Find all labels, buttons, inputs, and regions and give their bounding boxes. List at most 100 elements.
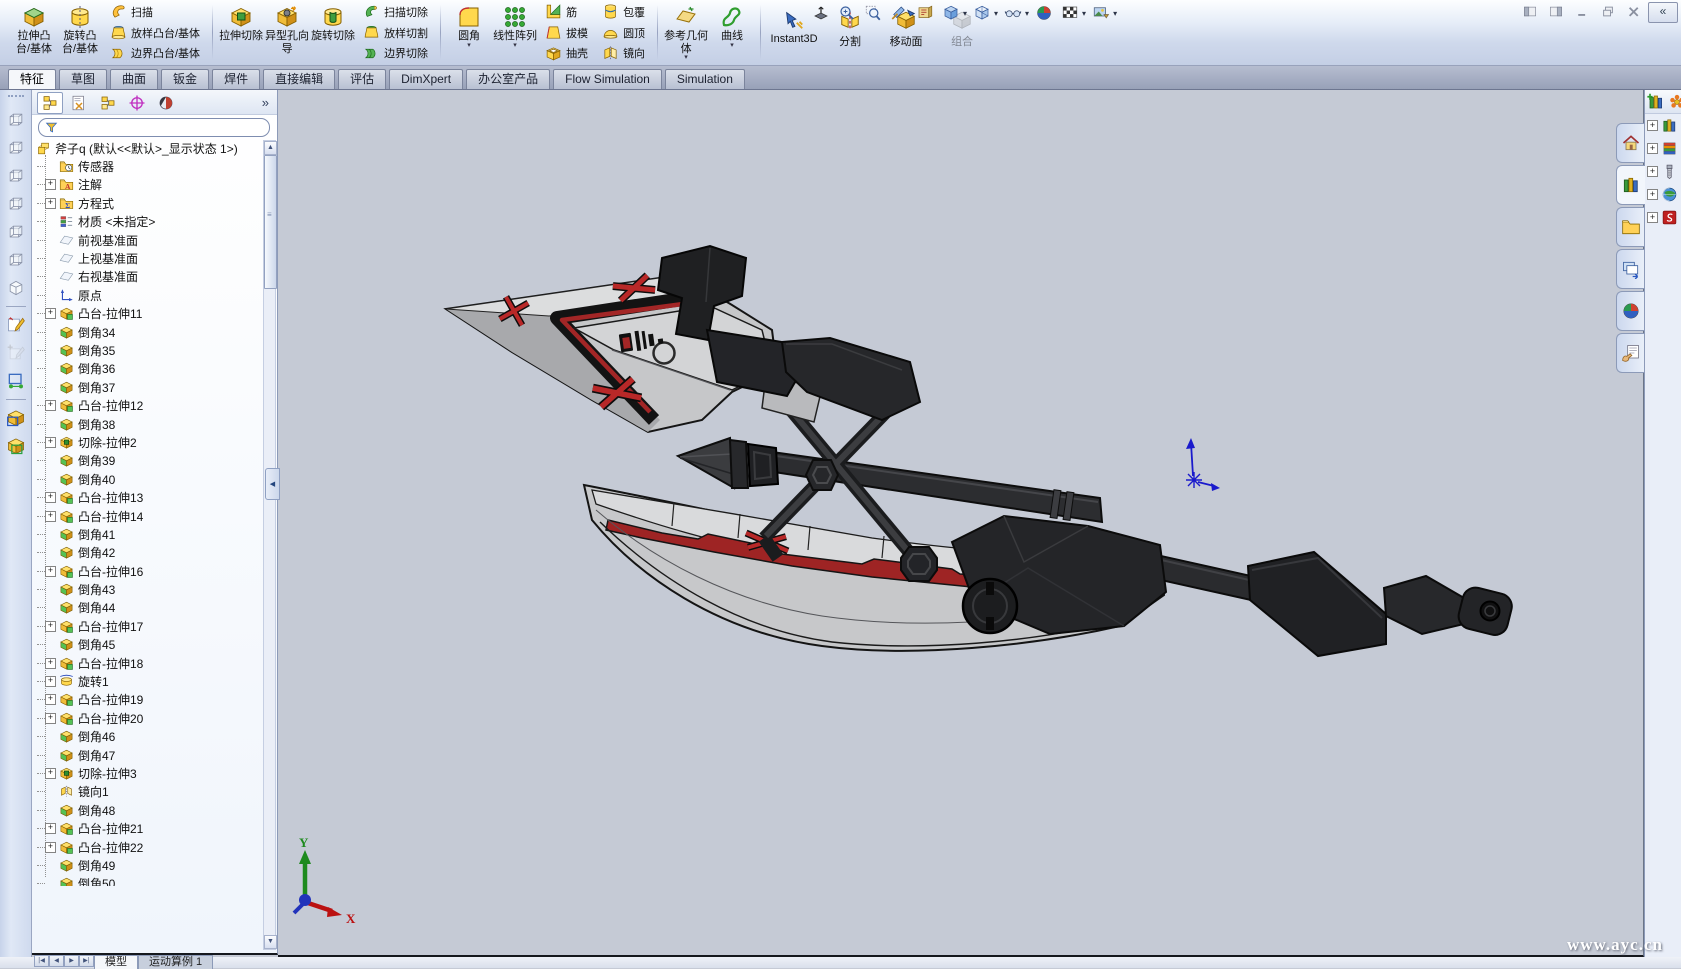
command-tab-曲面[interactable]: 曲面	[110, 69, 158, 89]
tree-item-凸台-拉伸21[interactable]: +凸台-拉伸21	[32, 819, 277, 837]
tree-item-方程式[interactable]: +Σ方程式	[32, 194, 277, 212]
tree-item-倒角41[interactable]: 倒角41	[32, 525, 277, 543]
dropdown-arrow-icon[interactable]: ▾	[684, 55, 688, 61]
tree-item-前视基准面[interactable]: 前视基准面	[32, 231, 277, 249]
ribbon-button-sweep[interactable]: 扫描	[105, 2, 205, 22]
ribbon-button-boundary-cut[interactable]: 边界切除	[358, 43, 433, 63]
tree-item-倒角48[interactable]: 倒角48	[32, 801, 277, 819]
tree-item-倒角46[interactable]: 倒角46	[32, 728, 277, 746]
tree-item-倒角37[interactable]: 倒角37	[32, 378, 277, 396]
tree-item-凸台-拉伸22[interactable]: +凸台-拉伸22	[32, 838, 277, 856]
tree-item-倒角35[interactable]: 倒角35	[32, 341, 277, 359]
taskpane-expand-box[interactable]: +	[1647, 143, 1658, 154]
dropdown-arrow-icon[interactable]: ▾	[467, 43, 471, 49]
ribbon-button-boundary[interactable]: 边界凸台/基体	[105, 43, 205, 63]
tree-expand-box[interactable]: +	[45, 492, 56, 503]
taskpane-node-content-globe[interactable]: +	[1645, 183, 1681, 206]
tree-item-倒角34[interactable]: 倒角34	[32, 323, 277, 341]
tree-item-凸台-拉伸17[interactable]: +凸台-拉伸17	[32, 617, 277, 635]
tree-filter-box[interactable]	[38, 118, 270, 137]
left-toolbar-view-cube-button-0[interactable]	[3, 107, 29, 133]
ribbon-button-reference-geometry[interactable]: 参考几何体▾	[663, 2, 709, 63]
tree-item-倒角49[interactable]: 倒角49	[32, 856, 277, 874]
left-toolbar-view-cube-button-4[interactable]	[3, 219, 29, 245]
dimxpertmanager-tab[interactable]	[124, 92, 150, 114]
tree-item-倒角38[interactable]: 倒角38	[32, 415, 277, 433]
scroll-thumb[interactable]	[264, 155, 277, 289]
headsup-view-orientation-button[interactable]	[938, 2, 963, 24]
taskpane-expand-box[interactable]: +	[1647, 189, 1658, 200]
taskpane-node-sw-content[interactable]: +	[1645, 206, 1681, 229]
tree-scrollbar[interactable]: ▲ ▼	[263, 140, 276, 950]
bottom-tab-模型[interactable]: 模型	[94, 955, 138, 969]
taskpane-tab-appearances[interactable]	[1616, 291, 1644, 331]
configurationmanager-tab[interactable]	[95, 92, 121, 114]
ribbon-button-curve[interactable]: 曲线▾	[709, 2, 755, 63]
tree-expand-box[interactable]: +	[45, 437, 56, 448]
bottom-tab-运动算例 1[interactable]: 运动算例 1	[138, 955, 213, 969]
tree-item-凸台-拉伸12[interactable]: +凸台-拉伸12	[32, 396, 277, 414]
model-axe[interactable]	[446, 246, 1515, 656]
headsup-edit-appearance-button[interactable]	[1031, 2, 1056, 24]
tree-item-倒角42[interactable]: 倒角42	[32, 544, 277, 562]
propertymanager-tab[interactable]	[66, 92, 92, 114]
ribbon-button-loft-cut[interactable]: 放样切割	[358, 23, 433, 43]
headsup-dropdown-arrow[interactable]: ▾	[1082, 9, 1086, 18]
scroll-up-button[interactable]: ▲	[264, 141, 277, 155]
tree-nav-button-2[interactable]: ▶	[64, 955, 79, 967]
toggle-right-pane-button[interactable]	[1546, 4, 1566, 19]
tree-expand-box[interactable]: +	[45, 823, 56, 834]
dropdown-arrow-icon[interactable]: ▾	[513, 43, 517, 49]
taskpane-expand-box[interactable]: +	[1647, 166, 1658, 177]
tree-nav-button-1[interactable]: ◀	[49, 955, 64, 967]
headsup-dropdown-arrow[interactable]: ▾	[994, 9, 998, 18]
tree-expand-box[interactable]: +	[45, 308, 56, 319]
left-toolbar-sketch-3d-button-9[interactable]	[3, 340, 29, 366]
filter-input[interactable]	[62, 120, 263, 135]
model-housing[interactable]	[952, 516, 1166, 634]
tree-expand-box[interactable]: +	[45, 621, 56, 632]
graphics-viewport[interactable]: Y X	[278, 90, 1644, 957]
ribbon-button-mirror[interactable]: 镜向	[597, 43, 650, 63]
tree-expand-box[interactable]: +	[45, 566, 56, 577]
left-toolbar-convert-entities-button-10[interactable]	[3, 368, 29, 394]
tree-nav-button-0[interactable]: |◀	[34, 955, 49, 967]
ribbon-button-draft[interactable]: 拔模	[540, 23, 593, 43]
ribbon-button-loft[interactable]: 放样凸台/基体	[105, 23, 205, 43]
taskpane-node-toolbox-bolt[interactable]: +	[1645, 160, 1681, 183]
restore-button[interactable]	[1598, 4, 1618, 19]
headsup-view-triad-button[interactable]	[808, 2, 833, 24]
command-tab-钣金[interactable]: 钣金	[161, 69, 209, 89]
left-toolbar-view-polyhedron-button-6[interactable]	[3, 275, 29, 301]
taskpane-tab-view-palette[interactable]	[1616, 249, 1644, 289]
taskpane-tab-custom-properties[interactable]	[1616, 333, 1644, 373]
taskpane-add-to-library-button[interactable]	[1647, 93, 1665, 110]
left-toolbar-view-cube-button-1[interactable]	[3, 135, 29, 161]
headsup-zoom-fit-button[interactable]	[834, 2, 859, 24]
taskpane-node-design-library[interactable]: +	[1645, 114, 1681, 137]
left-toolbar-extrude-cut-small-button-13[interactable]	[3, 433, 29, 459]
command-tab-评估[interactable]: 评估	[338, 69, 386, 89]
toggle-left-pane-button[interactable]	[1520, 4, 1540, 19]
left-toolbar-extrude-boss-small-button-12[interactable]	[3, 405, 29, 431]
displaymanager-tab[interactable]	[153, 92, 179, 114]
ribbon-button-sweep-cut[interactable]: 扫描切除	[358, 2, 433, 22]
tree-item-旋转1[interactable]: +旋转1	[32, 672, 277, 690]
tree-item-倒角43[interactable]: 倒角43	[32, 580, 277, 598]
tree-item-镜向1[interactable]: 镜向1	[32, 783, 277, 801]
tree-expand-box[interactable]: +	[45, 768, 56, 779]
tree-item-凸台-拉伸11[interactable]: +凸台-拉伸11	[32, 305, 277, 323]
taskpane-search-flower-button[interactable]	[1668, 93, 1681, 110]
dropdown-arrow-icon[interactable]: ▾	[730, 43, 734, 49]
tree-nav-button-3[interactable]: ▶|	[79, 955, 94, 967]
reference-axis-marker[interactable]	[1186, 438, 1220, 491]
taskpane-tab-home[interactable]	[1616, 123, 1644, 163]
tree-item-凸台-拉伸13[interactable]: +凸台-拉伸13	[32, 488, 277, 506]
model-cone-spike[interactable]	[678, 438, 778, 488]
tree-item-倒角45[interactable]: 倒角45	[32, 636, 277, 654]
tree-expand-box[interactable]: +	[45, 179, 56, 190]
panel-splitter-collapse[interactable]: ◀	[265, 468, 280, 500]
tree-expand-box[interactable]: +	[45, 400, 56, 411]
tree-expand-box[interactable]: +	[45, 658, 56, 669]
tree-item-凸台-拉伸19[interactable]: +凸台-拉伸19	[32, 691, 277, 709]
